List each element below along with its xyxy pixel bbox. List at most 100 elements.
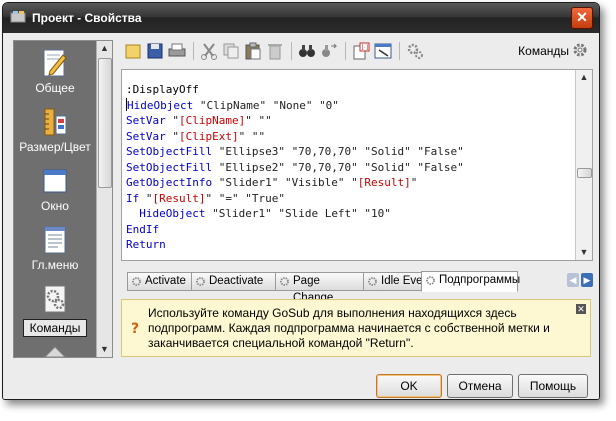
code-keyword: Return [126, 238, 166, 251]
insert-variable-icon[interactable]: [·] [351, 41, 371, 61]
code-variable: [Result] [152, 191, 206, 205]
sidebar-item-label: Общее [35, 81, 75, 95]
close-button[interactable]: ✕ [571, 7, 593, 29]
code-text: " "" [238, 129, 266, 143]
sidebar-item-label: Гл.меню [31, 258, 79, 272]
code-text: " [139, 191, 153, 205]
replace-icon[interactable] [319, 41, 339, 61]
toolbar-separator [193, 42, 194, 60]
info-panel: ? Используйте команду GoSub для выполнен… [121, 299, 591, 357]
tab-page-change[interactable]: Page Change [275, 272, 364, 304]
code-keyword: SetObjectFill [126, 160, 213, 174]
code-line[interactable]: GetObjectInfo "Slider1" "Visible" "[Resu… [126, 175, 572, 191]
editor-scrollbar[interactable]: ▲ ▼ [575, 70, 592, 260]
ok-button[interactable]: OK [376, 374, 442, 398]
code-keyword: SetObjectFill [126, 145, 213, 158]
code-keyword: SetVar [126, 114, 166, 127]
scroll-up-icon[interactable]: ▲ [576, 70, 592, 85]
settings-icon[interactable] [405, 41, 425, 61]
code-keyword: HideObject [126, 207, 206, 220]
help-button[interactable]: Помощь [518, 374, 588, 398]
find-icon[interactable] [297, 41, 317, 61]
scroll-thumb[interactable] [577, 168, 592, 178]
code-keyword: GetObjectInfo [126, 176, 213, 189]
partial-item-icon [44, 346, 66, 357]
event-tabs: Activate Deactivate Page Change Idle Eve… [121, 271, 593, 304]
sidebar-item-main-menu[interactable]: Гл.меню [14, 220, 96, 278]
code-area[interactable]: :DisplayOff HideObject "ClipName" "None" … [126, 82, 572, 253]
properties-dialog: Проект - Свойства ✕ Общее Размер/Цвет Ок… [2, 2, 600, 400]
code-keyword: If [126, 191, 140, 205]
sidebar-item-size-color[interactable]: Размер/Цвет [14, 102, 96, 160]
code-line[interactable]: SetObjectFill "Ellipse2" "70,70,70" "Sol… [126, 160, 572, 176]
toolbar-separator [291, 42, 292, 60]
cancel-button[interactable]: Отмена [447, 374, 513, 398]
title-bar[interactable]: Проект - Свойства ✕ [3, 3, 599, 33]
code-text: "ClipName" "None" "0" [193, 98, 339, 112]
delete-icon[interactable] [265, 41, 285, 61]
tab-label: Activate [145, 275, 186, 287]
code-line[interactable]: Return [126, 237, 572, 253]
code-keyword: HideObject [127, 98, 194, 112]
tab-deactivate[interactable]: Deactivate [191, 272, 276, 291]
scroll-up-icon[interactable]: ▲ [97, 41, 112, 56]
toolbar-separator [345, 42, 346, 60]
code-text: "Ellipse3" "70,70,70" "Solid" "False" [212, 145, 464, 158]
pencil-page-icon [43, 49, 67, 77]
code-line[interactable]: EndIf [126, 222, 572, 238]
save-icon[interactable] [145, 41, 165, 61]
scroll-down-icon[interactable]: ▼ [97, 342, 112, 357]
gear-icon [280, 277, 289, 286]
tab-scroll-right-icon[interactable]: ▶ [581, 273, 593, 287]
question-icon: ? [131, 321, 139, 336]
info-text: Используйте команду GoSub для выполнения… [148, 306, 550, 350]
tab-scroll-left-icon[interactable]: ◀ [567, 273, 579, 287]
code-line[interactable]: :DisplayOff [126, 82, 572, 98]
sidebar-scrollbar[interactable]: ▲ ▼ [96, 41, 112, 357]
sidebar-item-general[interactable]: Общее [14, 43, 96, 101]
code-variable: [ClipExt] [179, 129, 239, 143]
tab-activate[interactable]: Activate [127, 272, 193, 291]
code-keyword: EndIf [126, 222, 160, 236]
paste-icon[interactable] [243, 41, 263, 61]
sidebar-item-window[interactable]: Окно [14, 161, 96, 219]
code-line[interactable]: SetVar "[ClipName]" "" [126, 113, 572, 129]
svg-text:[·]: [·] [362, 45, 369, 52]
sidebar-item-commands[interactable]: Команды [14, 279, 96, 337]
print-icon[interactable] [167, 41, 187, 61]
sidebar: Общее Размер/Цвет Окно Гл.меню Команды ▲… [13, 40, 113, 358]
window-icon [43, 169, 67, 193]
dialog-body: Общее Размер/Цвет Окно Гл.меню Команды ▲… [3, 33, 599, 399]
scroll-down-icon[interactable]: ▼ [576, 245, 592, 260]
tab-subroutines[interactable]: Подпрограммы [421, 271, 520, 292]
toolbar: [·] Команды [121, 39, 591, 63]
code-line[interactable]: HideObject "ClipName" "None" "0" [126, 97, 572, 114]
gear-icon [132, 277, 141, 286]
window-title: Проект - Свойства [32, 11, 142, 25]
code-text: " "=" "True" [205, 191, 285, 205]
code-line[interactable]: HideObject "Slider1" "Slide Left" "10" [126, 206, 572, 222]
commands-label: Команды [518, 44, 569, 58]
code-text: " [165, 114, 179, 127]
code-text: " [165, 129, 179, 143]
scroll-thumb[interactable] [98, 58, 112, 188]
cut-icon[interactable] [199, 41, 219, 61]
svg-text:?: ? [131, 321, 139, 336]
new-icon[interactable] [123, 41, 143, 61]
code-line[interactable]: SetVar "[ClipExt]" "" [126, 129, 572, 145]
insert-object-icon[interactable] [373, 41, 393, 61]
copy-icon[interactable] [221, 41, 241, 61]
code-line[interactable]: SetObjectFill "Ellipse3" "70,70,70" "Sol… [126, 144, 572, 160]
menu-page-icon [44, 226, 66, 254]
code-line[interactable]: If "[Result]" "=" "True" [126, 191, 572, 207]
toolbar-separator [399, 42, 400, 60]
code-text: " [410, 176, 418, 189]
info-close-icon[interactable]: ✕ [576, 304, 586, 314]
code-editor[interactable]: :DisplayOff HideObject "ClipName" "None" … [121, 69, 593, 261]
ruler-palette-icon [44, 108, 67, 136]
gear-icon[interactable] [571, 41, 589, 59]
code-text: "Ellipse2" "70,70,70" "Solid" "False" [212, 160, 464, 174]
code-text: :DisplayOff [126, 83, 199, 96]
sidebar-list: Общее Размер/Цвет Окно Гл.меню Команды [14, 41, 96, 357]
gear-icon [196, 277, 205, 286]
